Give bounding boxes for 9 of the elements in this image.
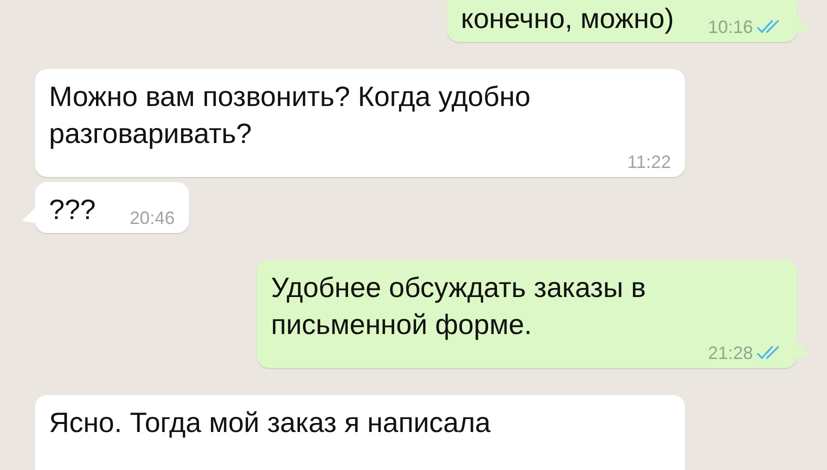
- message-time: 10:16: [708, 17, 753, 37]
- message-time: 20:46: [130, 208, 175, 228]
- message-text: конечно, можно): [460, 2, 674, 36]
- message-text: Удобнее обсуждать заказы в письменной форме.: [271, 271, 647, 342]
- message-text: Можно вам позвонить? Когда удобно разговаривать?: [49, 80, 532, 151]
- message-text: ???: [49, 193, 96, 227]
- message-time: 11:22: [627, 152, 671, 172]
- message-time: 21:28: [708, 343, 753, 363]
- message-text: Ясно. Тогда мой заказ я написала: [49, 406, 491, 440]
